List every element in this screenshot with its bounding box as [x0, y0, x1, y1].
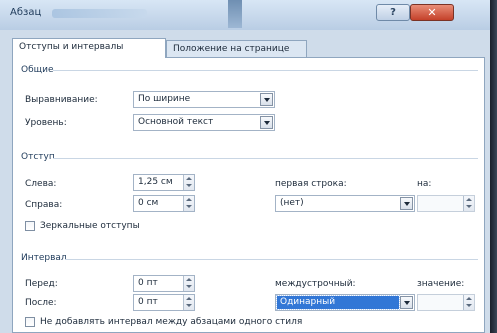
line-spacing-select[interactable]: Одинарный — [275, 294, 415, 311]
alignment-value: По ширине — [138, 94, 191, 104]
space-before-input[interactable]: 0 пт — [133, 275, 195, 292]
paragraph-dialog: Абзац ? ✕ Отступы и интервалы Положение … — [0, 0, 497, 333]
spinner-icon[interactable] — [183, 175, 194, 190]
no-space-same-style-checkbox[interactable] — [25, 317, 35, 327]
general-group-label: Общие — [21, 65, 54, 75]
help-icon: ? — [390, 7, 396, 18]
title-blur — [52, 9, 147, 18]
dropdown-arrow-icon[interactable] — [260, 116, 273, 129]
space-before-label: Перед: — [25, 279, 58, 289]
close-button[interactable]: ✕ — [410, 4, 454, 21]
spinner-icon[interactable] — [463, 295, 474, 310]
help-button[interactable]: ? — [376, 4, 410, 21]
close-icon: ✕ — [427, 6, 437, 19]
spacing-separator — [65, 259, 478, 260]
dropdown-arrow-icon[interactable] — [400, 197, 413, 210]
first-line-by-label: на: — [417, 179, 432, 189]
mirror-indents-label: Зеркальные отступы — [40, 221, 140, 231]
space-before-value: 0 пт — [138, 278, 158, 288]
spinner-icon[interactable] — [183, 276, 194, 291]
first-line-select[interactable]: (нет) — [275, 195, 415, 212]
tab-indents-spacing[interactable]: Отступы и интервалы — [12, 38, 166, 58]
space-after-input[interactable]: 0 пт — [133, 294, 195, 311]
alignment-label: Выравнивание: — [25, 95, 98, 105]
dropdown-arrow-icon[interactable] — [400, 296, 413, 309]
line-spacing-label: междустрочный: — [275, 279, 356, 289]
first-line-label: первая строка: — [275, 179, 347, 189]
indent-group-label: Отступ — [21, 152, 55, 162]
first-line-by-input[interactable] — [417, 195, 475, 212]
level-label: Уровень: — [25, 118, 67, 128]
indent-left-value: 1,25 см — [138, 177, 173, 187]
space-after-label: После: — [25, 298, 57, 308]
line-spacing-value: Одинарный — [280, 297, 336, 307]
window-edge — [490, 0, 497, 333]
mirror-indents-checkbox[interactable] — [25, 221, 35, 231]
level-value: Основной текст — [138, 117, 214, 127]
indent-left-input[interactable]: 1,25 см — [133, 174, 195, 191]
spinner-icon[interactable] — [183, 295, 194, 310]
space-after-value: 0 пт — [138, 297, 158, 307]
spacing-group-label: Интервал — [21, 253, 67, 263]
no-space-same-style-label: Не добавлять интервал между абзацами одн… — [40, 317, 303, 327]
spinner-icon[interactable] — [183, 196, 194, 211]
spinner-icon[interactable] — [463, 196, 474, 211]
tab-label: Положение на странице — [173, 44, 290, 54]
indent-left-label: Слева: — [25, 179, 57, 189]
spacing-value-label: значение: — [417, 279, 465, 289]
general-separator — [53, 70, 478, 71]
indent-right-value: 0 см — [138, 198, 159, 208]
indent-separator — [53, 158, 478, 159]
tab-label: Отступы и интервалы — [19, 42, 124, 52]
dropdown-arrow-icon[interactable] — [260, 93, 273, 106]
spacing-value-input[interactable] — [417, 294, 475, 311]
alignment-select[interactable]: По ширине — [133, 91, 275, 108]
indent-right-label: Справа: — [25, 200, 63, 210]
window-title: Абзац — [10, 7, 42, 18]
first-line-value: (нет) — [280, 198, 304, 208]
title-bar[interactable]: Абзац ? ✕ — [0, 0, 497, 30]
indent-right-input[interactable]: 0 см — [133, 195, 195, 212]
level-select[interactable]: Основной текст — [133, 114, 275, 131]
tab-panel: Общие Выравнивание: По ширине Уровень: О… — [12, 57, 485, 333]
title-bar-marker — [228, 0, 242, 28]
